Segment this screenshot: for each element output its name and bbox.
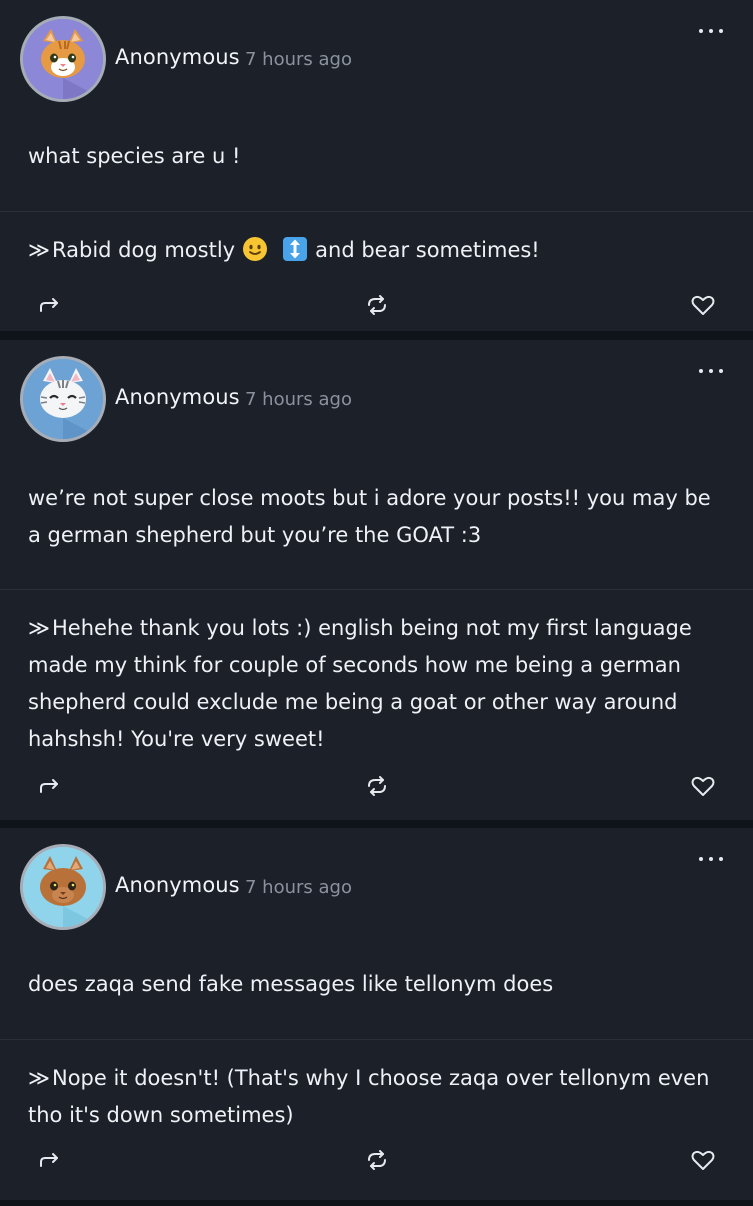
answer-text: Nope it doesn't! (That's why I choose za… bbox=[28, 1066, 710, 1127]
post-actions bbox=[0, 278, 753, 338]
post-feed: Anonymous 7 hours ago what species are u… bbox=[0, 0, 753, 1200]
white-cat-avatar-icon[interactable] bbox=[20, 356, 106, 442]
answer-prefix-icon: ≫ bbox=[28, 616, 50, 640]
slightly-smiling-face-emoji bbox=[242, 236, 268, 262]
dot-icon bbox=[699, 369, 703, 373]
username[interactable]: Anonymous bbox=[115, 385, 240, 409]
dot-icon bbox=[719, 369, 723, 373]
dot-icon bbox=[709, 369, 713, 373]
share-button[interactable] bbox=[36, 291, 64, 319]
repost-button[interactable] bbox=[363, 1146, 391, 1174]
more-options-button[interactable] bbox=[699, 24, 723, 38]
post-card: Anonymous 7 hours ago we’re not super cl… bbox=[0, 340, 753, 820]
username[interactable]: Anonymous bbox=[115, 873, 240, 897]
orange-cat-avatar-icon[interactable] bbox=[20, 16, 106, 102]
answer-text: Hehehe thank you lots :) english being n… bbox=[28, 616, 692, 751]
answer-prefix-icon: ≫ bbox=[28, 238, 50, 262]
repost-button[interactable] bbox=[363, 772, 391, 800]
answer: ≫Rabid dog mostly and bear sometimes! bbox=[0, 212, 753, 278]
dot-icon bbox=[719, 857, 723, 861]
answer-prefix-icon: ≫ bbox=[28, 1066, 50, 1090]
dot-icon bbox=[709, 857, 713, 861]
post-card: Anonymous 7 hours ago does zaqa send fak… bbox=[0, 828, 753, 1200]
answer: ≫Nope it doesn't! (That's why I choose z… bbox=[0, 1040, 753, 1146]
dot-icon bbox=[709, 29, 713, 33]
more-options-button[interactable] bbox=[699, 364, 723, 378]
answer-text: and bear sometimes! bbox=[315, 238, 540, 262]
repost-button[interactable] bbox=[363, 291, 391, 319]
post-actions bbox=[0, 772, 753, 832]
up-down-arrow-emoji bbox=[282, 236, 308, 262]
post-card: Anonymous 7 hours ago what species are u… bbox=[0, 0, 753, 331]
like-heart-button[interactable] bbox=[689, 291, 717, 319]
timestamp: 7 hours ago bbox=[245, 49, 352, 70]
question-text: we’re not super close moots but i adore … bbox=[28, 486, 711, 547]
post-header: Anonymous 7 hours ago bbox=[0, 0, 753, 110]
like-heart-button[interactable] bbox=[689, 1146, 717, 1174]
post-actions bbox=[0, 1146, 753, 1206]
dot-icon bbox=[719, 29, 723, 33]
timestamp: 7 hours ago bbox=[245, 389, 352, 410]
more-options-button[interactable] bbox=[699, 852, 723, 866]
username[interactable]: Anonymous bbox=[115, 45, 240, 69]
question-text: what species are u ! bbox=[28, 144, 241, 168]
like-heart-button[interactable] bbox=[689, 772, 717, 800]
post-header: Anonymous 7 hours ago bbox=[0, 340, 753, 450]
dot-icon bbox=[699, 857, 703, 861]
answer: ≫Hehehe thank you lots :) english being … bbox=[0, 590, 753, 772]
brown-cat-avatar-icon[interactable] bbox=[20, 844, 106, 930]
answer-text: Rabid dog mostly bbox=[51, 238, 236, 262]
post-header: Anonymous 7 hours ago bbox=[0, 828, 753, 938]
share-button[interactable] bbox=[36, 772, 64, 800]
timestamp: 7 hours ago bbox=[245, 877, 352, 898]
dot-icon bbox=[699, 29, 703, 33]
question-text: does zaqa send fake messages like tellon… bbox=[28, 972, 554, 996]
share-button[interactable] bbox=[36, 1146, 64, 1174]
